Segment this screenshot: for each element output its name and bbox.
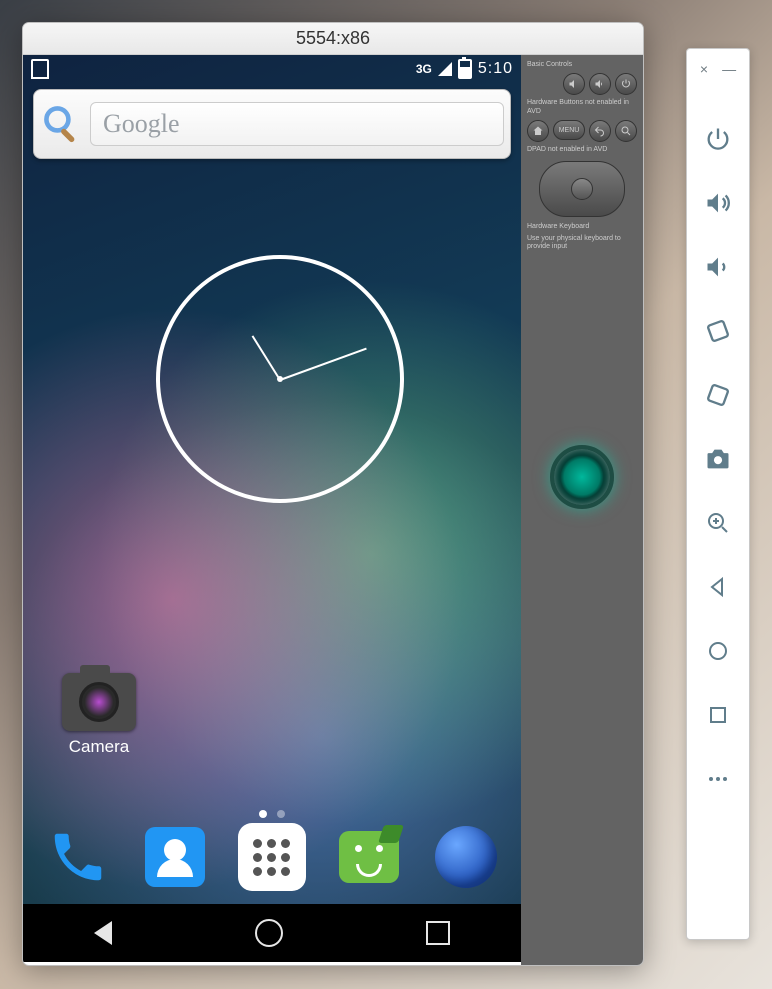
app-camera[interactable]: Camera — [53, 673, 145, 757]
window-title: 5554:x86 — [296, 28, 370, 49]
toolbar-more-button[interactable] — [700, 761, 736, 797]
app-camera-label: Camera — [53, 737, 145, 757]
search-icon[interactable] — [40, 102, 84, 146]
toolbar-power-button[interactable] — [700, 121, 736, 157]
dock-contacts[interactable] — [141, 823, 209, 891]
dock — [23, 812, 521, 902]
recent-icon — [426, 921, 450, 945]
emulator-skin-panel: Basic Controls Hardware Buttons not enab… — [521, 55, 643, 965]
toolbar-overview-button[interactable] — [700, 697, 736, 733]
toolbar-volume-up-button[interactable] — [700, 185, 736, 221]
toolbar-home-button[interactable] — [700, 633, 736, 669]
sdcard-icon — [31, 59, 49, 79]
skin-home-button[interactable] — [527, 120, 549, 142]
skin-dpad[interactable] — [539, 161, 625, 217]
skin-power-button[interactable] — [615, 73, 637, 95]
home-icon — [255, 919, 283, 947]
clock-minute-hand — [280, 348, 367, 381]
skin-search-button[interactable] — [615, 120, 637, 142]
search-placeholder: Google — [103, 109, 180, 139]
toolbar-rotate-right-button[interactable] — [700, 377, 736, 413]
nav-recent-button[interactable] — [426, 921, 450, 945]
hardware-buttons-label: Hardware Buttons not enabled in AVD — [527, 99, 637, 116]
battery-icon — [458, 59, 472, 79]
nav-back-button[interactable] — [94, 921, 112, 945]
basic-controls-label: Basic Controls — [527, 61, 637, 69]
dock-browser[interactable] — [432, 823, 500, 891]
toolbar-screenshot-button[interactable] — [700, 441, 736, 477]
toolbar-volume-down-button[interactable] — [700, 249, 736, 285]
clock-widget[interactable] — [156, 255, 396, 495]
android-statusbar[interactable]: 3G 5:10 — [23, 55, 521, 83]
dock-all-apps[interactable] — [238, 823, 306, 891]
signal-icon — [438, 62, 452, 76]
dpad-label: DPAD not enabled in AVD — [527, 146, 637, 154]
window-titlebar[interactable]: 5554:x86 — [23, 23, 643, 55]
skin-back-button[interactable] — [589, 120, 611, 142]
emulator-toolbar: × — — [686, 48, 750, 940]
hardware-keyboard-hint: Use your physical keyboard to provide in… — [527, 235, 637, 252]
toolbar-minimize-button[interactable]: — — [722, 61, 736, 77]
device-screen[interactable]: 3G 5:10 Google — [23, 55, 521, 962]
clock-hour-hand — [252, 335, 281, 380]
toolbar-rotate-left-button[interactable] — [700, 313, 736, 349]
android-navbar — [23, 904, 521, 962]
emulator-window: 5554:x86 3G 5:10 G — [22, 22, 644, 966]
nav-home-button[interactable] — [255, 919, 283, 947]
browser-icon — [435, 826, 497, 888]
google-search-widget[interactable]: Google — [33, 89, 511, 159]
contacts-icon — [145, 827, 205, 887]
skin-volume-up-button[interactable] — [589, 73, 611, 95]
skin-camera-lens — [550, 445, 614, 509]
apps-icon — [253, 839, 290, 876]
clock-face — [156, 255, 404, 503]
search-input[interactable]: Google — [90, 102, 504, 146]
clock-center — [277, 376, 283, 382]
skin-menu-button[interactable]: MENU — [553, 120, 585, 140]
dock-messaging[interactable] — [335, 823, 403, 891]
messaging-icon — [339, 831, 399, 883]
hardware-keyboard-label: Hardware Keyboard — [527, 223, 637, 231]
skin-volume-down-button[interactable] — [563, 73, 585, 95]
toolbar-zoom-button[interactable] — [700, 505, 736, 541]
dock-phone[interactable] — [44, 823, 112, 891]
toolbar-back-button[interactable] — [700, 569, 736, 605]
network-type: 3G — [416, 62, 432, 76]
camera-icon — [62, 673, 136, 731]
toolbar-close-button[interactable]: × — [700, 61, 708, 77]
statusbar-time: 5:10 — [478, 60, 513, 78]
back-icon — [94, 921, 112, 945]
